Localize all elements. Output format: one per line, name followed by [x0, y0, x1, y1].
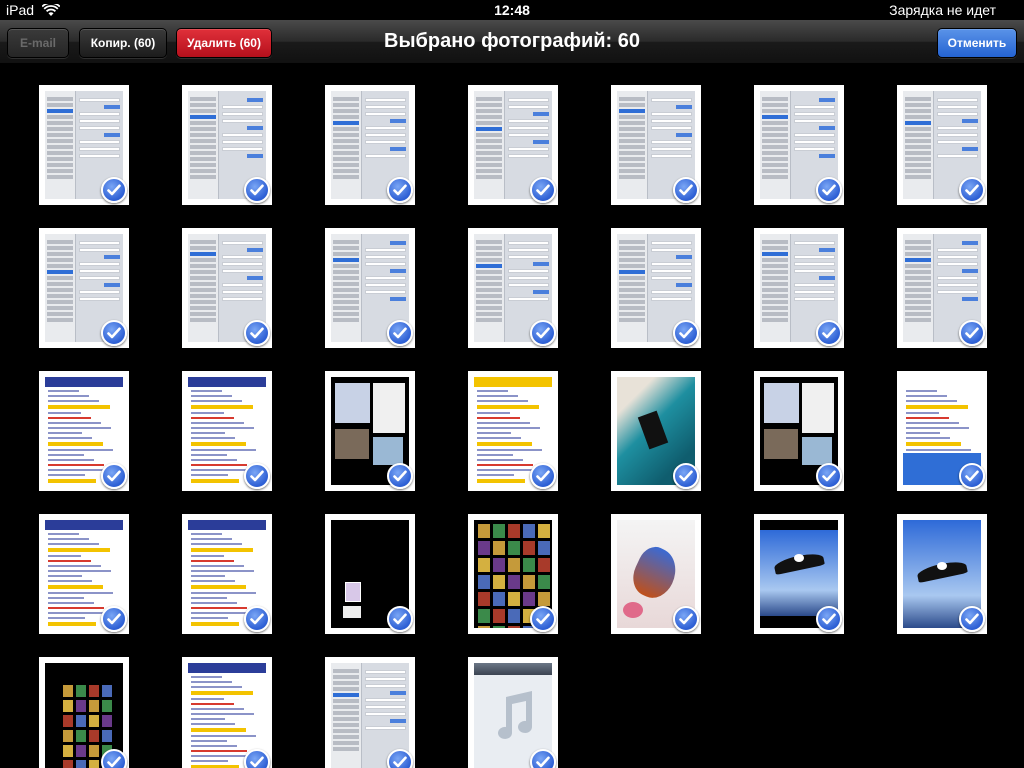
checkmark-icon [244, 749, 270, 768]
checkmark-icon [673, 177, 699, 203]
status-bar: iPad 12:48 Зарядка не идет [0, 0, 1024, 20]
photo-thumbnail[interactable] [897, 514, 987, 634]
checkmark-icon [816, 177, 842, 203]
checkmark-icon [244, 463, 270, 489]
checkmark-icon [387, 320, 413, 346]
photo-thumbnail[interactable] [468, 228, 558, 348]
photo-thumbnail[interactable] [754, 371, 844, 491]
checkmark-icon [530, 177, 556, 203]
checkmark-icon [387, 177, 413, 203]
checkmark-icon [244, 606, 270, 632]
checkmark-icon [673, 320, 699, 346]
photo-thumbnail[interactable] [39, 514, 129, 634]
checkmark-icon [816, 463, 842, 489]
photo-thumbnail[interactable] [611, 85, 701, 205]
photo-thumbnail[interactable] [897, 85, 987, 205]
checkmark-icon [673, 463, 699, 489]
checkmark-icon [387, 463, 413, 489]
checkmark-icon [530, 320, 556, 346]
photo-thumbnail[interactable] [39, 657, 129, 768]
photo-thumbnail[interactable] [468, 85, 558, 205]
photo-thumbnail[interactable] [468, 371, 558, 491]
photo-thumbnail[interactable] [325, 228, 415, 348]
checkmark-icon [101, 320, 127, 346]
checkmark-icon [244, 320, 270, 346]
photo-thumbnail[interactable] [897, 228, 987, 348]
photo-thumbnail[interactable] [182, 85, 272, 205]
photo-thumbnail[interactable] [182, 514, 272, 634]
checkmark-icon [816, 320, 842, 346]
photo-thumbnail[interactable] [39, 228, 129, 348]
checkmark-icon [530, 606, 556, 632]
photo-thumbnail[interactable] [468, 514, 558, 634]
photo-thumbnail[interactable] [325, 371, 415, 491]
checkmark-icon [101, 463, 127, 489]
delete-button[interactable]: Удалить (60) [176, 28, 272, 58]
photo-thumbnail[interactable] [325, 657, 415, 768]
checkmark-icon [387, 606, 413, 632]
checkmark-icon [101, 749, 127, 768]
checkmark-icon [673, 606, 699, 632]
toolbar: E-mail Копир. (60) Удалить (60) Выбрано … [0, 20, 1024, 64]
cancel-button[interactable]: Отменить [937, 28, 1017, 58]
photo-thumbnail[interactable] [325, 514, 415, 634]
checkmark-icon [387, 749, 413, 768]
photo-thumbnail[interactable] [611, 371, 701, 491]
checkmark-icon [530, 463, 556, 489]
photo-thumbnail[interactable] [611, 514, 701, 634]
checkmark-icon [959, 320, 985, 346]
copy-button[interactable]: Копир. (60) [79, 28, 167, 58]
photo-thumbnail[interactable] [611, 228, 701, 348]
photo-thumbnail[interactable] [754, 514, 844, 634]
checkmark-icon [244, 177, 270, 203]
status-time: 12:48 [494, 2, 530, 18]
photo-thumbnail[interactable] [182, 228, 272, 348]
checkmark-icon [101, 606, 127, 632]
checkmark-icon [530, 749, 556, 768]
checkmark-icon [959, 463, 985, 489]
checkmark-icon [101, 177, 127, 203]
music-note-icon [492, 691, 536, 746]
checkmark-icon [959, 177, 985, 203]
photo-thumbnail[interactable] [468, 657, 558, 768]
email-button[interactable]: E-mail [7, 28, 69, 58]
photo-thumbnail[interactable] [754, 85, 844, 205]
photo-thumbnail[interactable] [39, 371, 129, 491]
battery-status: Зарядка не идет [889, 2, 996, 18]
photo-thumbnail[interactable] [182, 371, 272, 491]
photo-thumbnail[interactable] [182, 657, 272, 768]
checkmark-icon [959, 606, 985, 632]
checkmark-icon [816, 606, 842, 632]
photo-thumbnail[interactable] [754, 228, 844, 348]
photo-thumbnail[interactable] [39, 85, 129, 205]
photo-thumbnail[interactable] [325, 85, 415, 205]
photo-thumbnail[interactable] [897, 371, 987, 491]
photo-grid [0, 64, 1024, 768]
